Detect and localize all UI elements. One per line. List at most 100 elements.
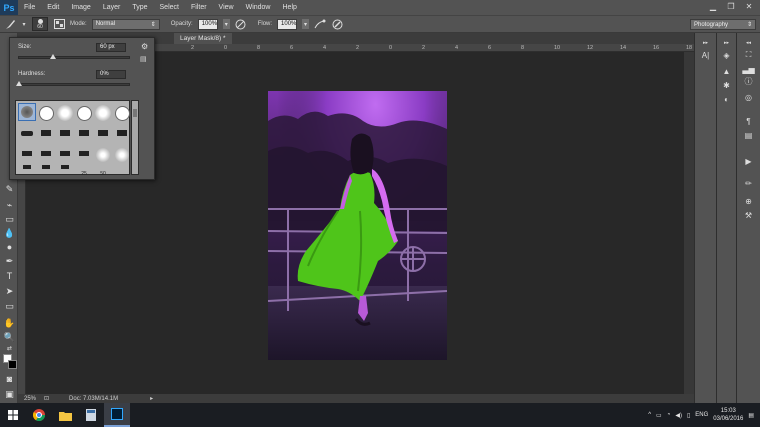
brush-preset-swatch[interactable] — [113, 124, 131, 142]
chevron-down-icon[interactable]: ▾ — [21, 18, 27, 30]
adjustments-panel-icon[interactable]: ✱ — [717, 79, 736, 91]
restore-button[interactable]: ❐ — [724, 1, 738, 12]
file-explorer-taskbar-icon[interactable] — [52, 403, 78, 427]
brush-preset-swatch[interactable] — [75, 103, 93, 121]
paragraph-panel-icon[interactable]: ¶ — [737, 115, 760, 127]
background-color-swatch[interactable] — [8, 360, 17, 369]
status-menu-icon[interactable]: ▸ — [150, 395, 153, 402]
wifi-icon[interactable]: ◔ — [667, 412, 671, 418]
airbrush-icon[interactable] — [314, 18, 326, 30]
size-input[interactable]: 60 px — [96, 43, 126, 52]
color-panel-icon[interactable]: ◎ — [737, 91, 760, 103]
menu-edit[interactable]: Edit — [41, 0, 65, 15]
brush-preset-swatch[interactable] — [18, 159, 36, 177]
document-tab[interactable]: Layer Mask/8) * — [174, 33, 232, 44]
volume-icon[interactable]: ◀) — [675, 412, 682, 419]
brush-panel-toggle-icon[interactable] — [53, 18, 65, 30]
chevron-down-icon[interactable]: ▾ — [302, 19, 310, 29]
close-button[interactable]: ✕ — [742, 1, 756, 12]
quick-mask-icon[interactable]: ◙ — [3, 373, 16, 385]
character-panel-icon[interactable]: A| — [695, 49, 716, 61]
notifications-icon[interactable]: ▤ — [748, 412, 754, 419]
brush-preset-swatch[interactable] — [113, 103, 131, 121]
start-button[interactable] — [0, 403, 26, 427]
vertical-scrollbar[interactable] — [684, 52, 694, 394]
brush-preset-swatch[interactable]: 50 — [94, 159, 112, 177]
reset-brush-icon[interactable]: ⚙ — [141, 42, 148, 51]
network-icon[interactable]: ▭ — [656, 412, 662, 419]
panel-grip-icon[interactable]: ▸▸ — [717, 37, 736, 49]
zoom-level[interactable]: 25% — [24, 396, 36, 402]
hardness-slider[interactable] — [16, 81, 130, 86]
hand-tool-icon[interactable]: ✋ — [3, 317, 16, 329]
brush-preset-swatch[interactable] — [18, 103, 36, 121]
hardness-input[interactable]: 0% — [96, 70, 126, 79]
dodge-tool-icon[interactable]: ● — [3, 241, 16, 253]
photoshop-taskbar-icon[interactable] — [104, 403, 130, 427]
history-brush-icon[interactable]: ⌁ — [3, 199, 16, 211]
brush-preset-swatch[interactable] — [113, 144, 131, 162]
brush-preset-swatch[interactable] — [37, 159, 55, 177]
new-preset-icon[interactable]: ▤ — [140, 55, 147, 63]
swap-colors-icon[interactable]: ⇄ — [3, 342, 16, 354]
tool-presets-panel-icon[interactable]: ⚒ — [737, 209, 760, 221]
type-tool-icon[interactable]: T — [3, 270, 16, 282]
brush-preset-swatch[interactable] — [56, 159, 74, 177]
size-slider[interactable] — [18, 54, 130, 59]
chrome-taskbar-icon[interactable] — [26, 403, 52, 427]
chevron-down-icon[interactable]: ▾ — [222, 19, 230, 29]
brush-preset-swatch[interactable] — [56, 124, 74, 142]
clock[interactable]: 15:03 03/06/2016 — [713, 407, 743, 423]
brush-tool-icon[interactable] — [4, 18, 16, 30]
size-slider-knob[interactable] — [49, 54, 56, 59]
hardness-slider-knob[interactable] — [16, 81, 22, 86]
document-image[interactable] — [268, 91, 447, 360]
menu-window[interactable]: Window — [240, 0, 277, 15]
flow-field[interactable]: 100% — [277, 18, 298, 30]
navigator-panel-icon[interactable]: ⛶ — [737, 49, 760, 61]
rectangle-tool-icon[interactable]: ▭ — [3, 300, 16, 312]
brush-preset-swatch[interactable] — [37, 103, 55, 121]
brush-preset-swatch[interactable] — [37, 124, 55, 142]
clone-source-panel-icon[interactable]: ⊕ — [737, 195, 760, 207]
menu-help[interactable]: Help — [277, 0, 303, 15]
brush-preset-swatch[interactable] — [94, 103, 112, 121]
move-tool-icon[interactable]: ✎ — [3, 183, 16, 195]
menu-view[interactable]: View — [213, 0, 240, 15]
menu-image[interactable]: Image — [65, 0, 96, 15]
status-info-icon[interactable]: ⊡ — [44, 395, 49, 402]
brush-preset-swatch[interactable] — [18, 124, 36, 142]
preset-grid-scroll-thumb[interactable] — [133, 109, 137, 117]
panel-grip-icon[interactable]: ▸▸ — [695, 37, 716, 49]
opacity-field[interactable]: 100% — [197, 18, 218, 30]
layers-panel-icon[interactable]: ◈ — [717, 49, 736, 61]
mode-select[interactable]: Normal ⇕ — [91, 18, 160, 30]
histogram-panel-icon[interactable]: ▃▅ — [737, 63, 760, 75]
eraser-tool-icon[interactable]: ▭ — [3, 213, 16, 225]
pressure-size-icon[interactable] — [331, 18, 343, 30]
menu-layer[interactable]: Layer — [97, 0, 127, 15]
blur-tool-icon[interactable]: 💧 — [3, 227, 16, 239]
battery-icon[interactable]: ▯ — [687, 412, 690, 419]
menu-select[interactable]: Select — [154, 0, 185, 15]
language-indicator[interactable]: ENG — [695, 412, 708, 418]
brush-preset-swatch[interactable] — [94, 124, 112, 142]
menu-type[interactable]: Type — [126, 0, 153, 15]
screen-mode-icon[interactable]: ▣ — [3, 388, 16, 400]
minimize-button[interactable]: ▁ — [706, 1, 720, 12]
brush-preset-swatch[interactable]: 25 — [75, 159, 93, 177]
pressure-opacity-icon[interactable] — [235, 18, 247, 30]
brush-preset-swatch[interactable] — [56, 103, 74, 121]
menu-file[interactable]: File — [18, 0, 41, 15]
channels-panel-icon[interactable]: ▲ — [717, 65, 736, 77]
pen-tool-icon[interactable]: ✒ — [3, 255, 16, 267]
show-hidden-icons-icon[interactable]: ^ — [648, 412, 651, 418]
history-panel-icon[interactable]: ▤ — [737, 129, 760, 141]
menu-filter[interactable]: Filter — [185, 0, 213, 15]
workspace-select[interactable]: Photography ⇕ — [690, 19, 756, 30]
brush-presets-panel-icon[interactable]: ✏ — [737, 177, 760, 189]
panel-grip-icon[interactable]: ◂◂ — [737, 37, 760, 49]
path-selection-icon[interactable]: ➤ — [3, 285, 16, 297]
styles-panel-icon[interactable]: ◐ — [717, 93, 736, 105]
actions-panel-icon[interactable]: ▶ — [737, 155, 760, 167]
